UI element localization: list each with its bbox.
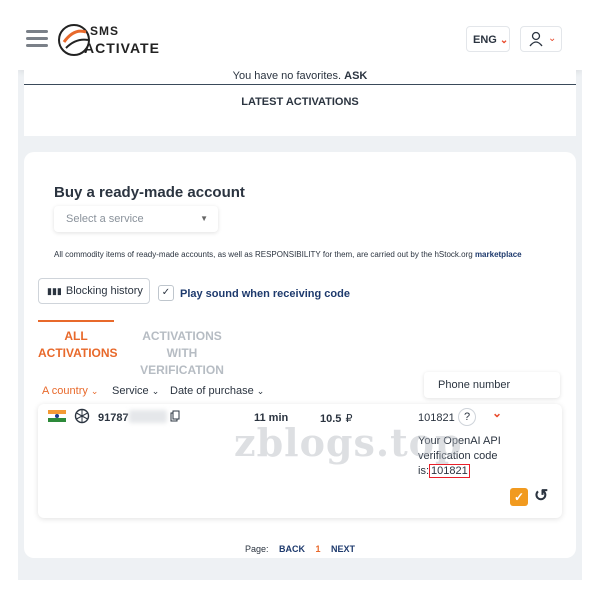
service-select[interactable]: Select a service ▼ <box>54 206 218 232</box>
ask-link[interactable]: ASK <box>344 70 367 82</box>
country-filter-label: A country <box>42 385 88 397</box>
chevron-down-icon: ⌄ <box>256 386 265 396</box>
activations-card: Buy a ready-made account Select a servic… <box>24 152 576 558</box>
confirm-button[interactable]: ✓ <box>510 488 528 506</box>
favorites-panel: You have no favorites. ASK LATEST ACTIVA… <box>24 70 576 136</box>
section-title: LATEST ACTIVATIONS <box>241 96 359 108</box>
watermark: zblogs.top <box>234 420 463 465</box>
language-selector[interactable]: ENG ⌄ <box>466 26 510 52</box>
favorites-message: You have no favorites. ASK <box>24 70 576 82</box>
caret-down-icon: ▼ <box>200 214 208 223</box>
chevron-down-icon[interactable]: ⌄ <box>492 406 502 420</box>
marketplace-link[interactable]: marketplace <box>475 250 522 259</box>
phone-number: 91787 <box>98 412 129 424</box>
tab-label-line2: WITH VERIFICATION <box>140 346 224 377</box>
tab-activations-with-verification[interactable]: ACTIVATIONS WITH VERIFICATION <box>124 328 240 379</box>
play-sound-checkbox[interactable]: ✓ <box>158 285 174 301</box>
favorites-text: You have no favorites. <box>232 70 342 82</box>
pagination-label: Page: <box>244 544 269 554</box>
user-menu-button[interactable]: ⌄ <box>520 26 562 52</box>
service-filter-label: Service <box>112 385 149 397</box>
language-label: ENG <box>473 34 497 46</box>
retry-icon[interactable]: ↺ <box>534 486 548 506</box>
app-window: SMS ACTIVATE ENG ⌄ ⌄ You have no favorite… <box>18 10 582 580</box>
tab-label-line1: ALL <box>64 329 88 343</box>
menu-icon[interactable] <box>26 30 48 48</box>
service-filter[interactable]: Service ⌄ <box>112 385 159 397</box>
chevron-down-icon: ⌄ <box>151 386 160 396</box>
marketplace-notice: All commodity items of ready-made accoun… <box>54 250 522 259</box>
logo[interactable]: SMS ACTIVATE <box>56 18 166 60</box>
notice-text: All commodity items of ready-made accoun… <box>54 250 473 259</box>
top-bar: SMS ACTIVATE ENG ⌄ ⌄ <box>18 10 582 70</box>
pagination-back[interactable]: BACK <box>279 544 305 554</box>
tab-label-line1: ACTIVATIONS <box>142 329 222 343</box>
pagination: Page: BACK 1 NEXT <box>24 544 576 554</box>
divider <box>24 84 576 85</box>
copy-icon[interactable] <box>170 410 180 422</box>
tab-label-line2: ACTIVATIONS <box>38 346 118 360</box>
phone-search-input[interactable]: Phone number <box>424 372 560 398</box>
user-icon <box>529 31 543 47</box>
india-flag-icon <box>48 410 66 422</box>
logo-text-top: SMS <box>90 24 120 38</box>
service-select-placeholder: Select a service <box>66 213 144 225</box>
chevron-down-icon: ⌄ <box>499 35 509 46</box>
play-sound-label: Play sound when receiving code <box>180 288 350 300</box>
buy-account-title: Buy a ready-made account <box>54 184 245 201</box>
chevron-down-icon: ⌄ <box>90 386 99 396</box>
date-filter[interactable]: Date of purchase ⌄ <box>170 385 264 397</box>
openai-icon <box>74 408 90 424</box>
blocking-history-button[interactable]: ▮▮▮ Blocking history <box>38 278 150 304</box>
country-filter[interactable]: A country ⌄ <box>42 385 98 397</box>
date-filter-label: Date of purchase <box>170 385 254 397</box>
sms-code-highlight: 101821 <box>429 464 470 478</box>
chevron-down-icon: ⌄ <box>548 33 557 44</box>
pagination-current[interactable]: 1 <box>316 544 321 554</box>
logo-text-bottom: ACTIVATE <box>84 40 160 56</box>
pagination-next[interactable]: NEXT <box>331 544 355 554</box>
blocking-history-label: Blocking history <box>65 285 143 297</box>
tab-all-activations[interactable]: ALL ACTIVATIONS <box>38 320 118 362</box>
phone-number-redacted <box>129 410 167 423</box>
phone-search-placeholder: Phone number <box>438 379 511 391</box>
chart-icon: ▮▮▮ <box>47 286 62 296</box>
